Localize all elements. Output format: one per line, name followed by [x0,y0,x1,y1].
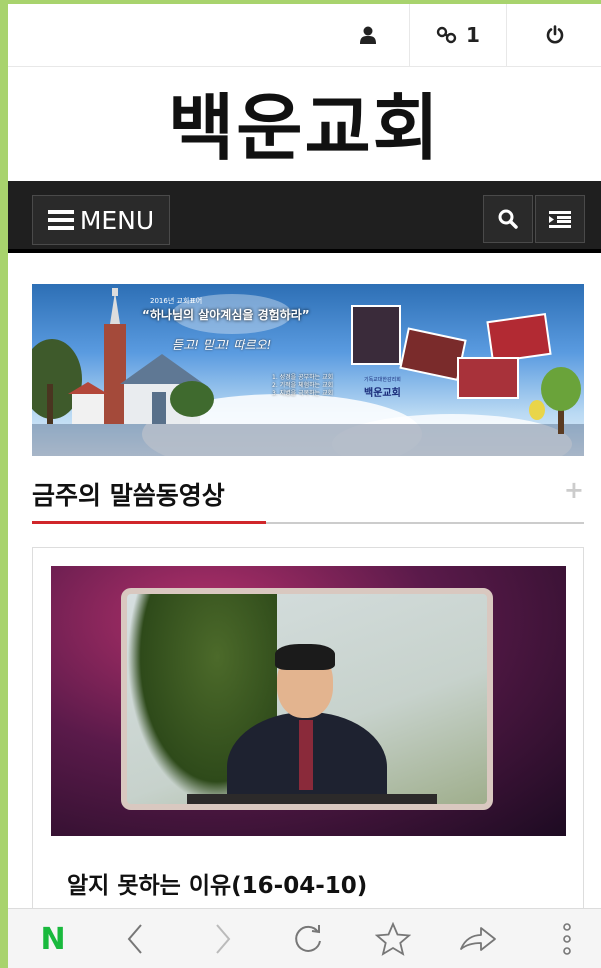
power-icon [546,25,563,44]
church-banner[interactable]: 2016년 교회표어 “하나님의 살아계심을 경험하라” 듣고! 믿고! 따르오… [32,284,584,456]
link-count: 1 [466,23,480,47]
section-title[interactable]: 금주의 말씀동영상 [32,476,225,512]
user-icon [360,26,376,44]
reload-button[interactable] [283,919,333,959]
share-icon [460,927,496,951]
preacher-tie [299,720,313,790]
hamburger-icon [47,210,74,230]
more-icon [563,923,571,955]
more-options-button[interactable] [542,919,592,959]
banner-title: “하나님의 살아계심을 경험하라” [142,308,310,322]
user-button[interactable] [328,4,408,66]
banner-handwriting: 듣고! 믿고! 따르오! [172,338,272,352]
link-icon [436,26,457,44]
banner-church-name: 백운교회 [364,388,401,399]
banner-subtitle: 2016년 교회표어 [150,297,203,305]
search-icon [498,209,518,229]
section-header: 금주의 말씀동영상 + [32,470,584,524]
share-button[interactable] [453,919,503,959]
podium [187,794,437,804]
naver-logo-button[interactable]: N [28,919,78,959]
menu-button[interactable]: MENU [32,195,170,245]
thumbnail-screen [121,588,493,810]
menu-label: MENU [79,205,155,235]
video-title[interactable]: 알지 못하는 이유(16-04-10) [67,866,367,900]
video-thumbnail[interactable] [51,566,566,836]
site-title[interactable]: 백운교회 [8,80,601,176]
banner-points: 1. 성경을 공부하는 교회 2. 기적을 체험하는 교회 3. 지병을 극복하… [272,374,333,398]
banner-church-denomination: 기독교대한감리회 [364,377,401,383]
bookmark-button[interactable] [368,919,418,959]
preacher-hair [275,644,335,670]
frame-left-edge [0,0,8,968]
search-button[interactable] [483,195,533,243]
banner-point: 3. 지병을 극복하는 교회 [272,390,334,397]
reload-icon [295,925,321,952]
browser-toolbar: N [8,908,601,968]
video-card[interactable]: 알지 못하는 이유(16-04-10) [32,547,584,927]
list-indent-icon [549,211,571,228]
list-toggle-button[interactable] [535,195,585,243]
banner-point: 2. 기적을 체험하는 교회 [272,382,334,389]
banner-point: 1. 성경을 공부하는 교회 [272,374,334,381]
section-title-underline [32,521,266,524]
forward-button[interactable] [198,919,248,959]
back-button[interactable] [110,919,160,959]
power-button[interactable] [506,4,601,66]
star-icon [375,922,411,956]
link-button[interactable]: 1 [409,4,506,66]
back-icon [127,924,142,954]
nav-bar: MENU [8,181,601,253]
more-button[interactable]: + [564,476,584,504]
forward-icon [216,924,231,954]
top-utility-bar: 1 [8,4,601,67]
